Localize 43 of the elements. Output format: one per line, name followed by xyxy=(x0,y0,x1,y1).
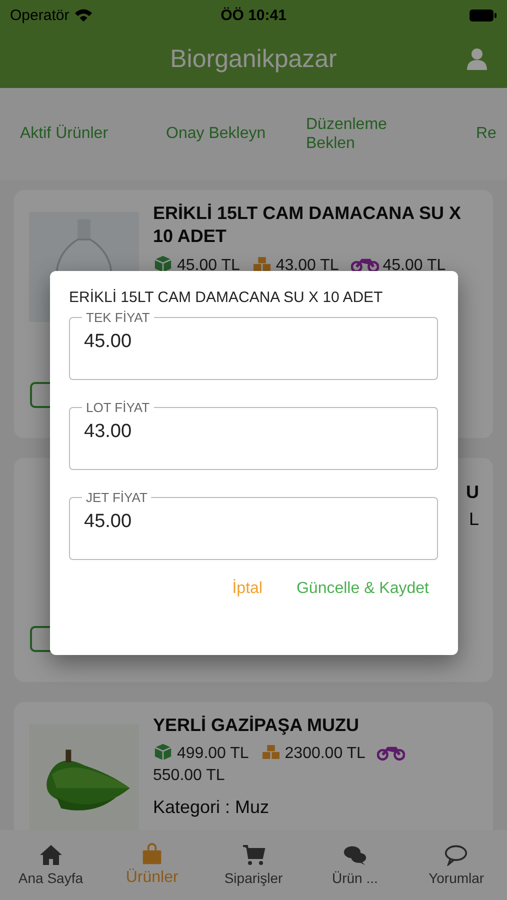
cart-icon xyxy=(242,844,266,866)
tab[interactable]: Düzenleme Beklen xyxy=(306,114,406,154)
price-field[interactable]: JET FİYAT 45.00 xyxy=(69,490,438,560)
price-text: 2300.00 TL xyxy=(284,744,366,764)
home-icon xyxy=(38,844,63,866)
tab[interactable]: Onay Bekleyn xyxy=(166,125,306,143)
dialog-title: ERİKLİ 15LT CAM DAMACANA SU X 10 ADET xyxy=(69,289,384,306)
wifi-icon xyxy=(74,8,94,22)
speech-bubble-icon xyxy=(444,844,468,866)
input-field[interactable]: 45.00 xyxy=(84,505,423,533)
input-field[interactable]: 43.00 xyxy=(84,415,423,443)
price-text: L xyxy=(468,509,479,530)
input-field[interactable]: 45.00 xyxy=(84,325,423,353)
product-title: YERLİ GAZİPAŞA MUZU xyxy=(153,714,360,737)
nav-tab[interactable]: Ürün ... xyxy=(304,830,406,900)
price-text: 43.00 TL xyxy=(276,256,339,276)
app-title: Biorganikpazar xyxy=(170,44,337,74)
tab[interactable]: Aktif Ürünler xyxy=(20,125,166,143)
save-button[interactable]: Güncelle & Kaydet xyxy=(296,580,429,598)
user-icon[interactable] xyxy=(467,48,487,70)
chat-bubbles-icon xyxy=(342,844,367,866)
clock-time: ÖÖ 10:41 xyxy=(220,6,286,24)
tab[interactable]: Re xyxy=(476,125,496,143)
price-text: 499.00 TL xyxy=(177,744,249,764)
carrier-name: Operatör xyxy=(10,6,70,24)
price-text: 45.00 TL xyxy=(382,256,446,276)
field-label: TEK FİYAT xyxy=(85,310,151,325)
nav-tab[interactable]: Yorumlar xyxy=(406,830,507,900)
product-title: ERİKLİ 15LT CAM DAMACANA SU X 10 ADET xyxy=(153,202,462,248)
product-title: U xyxy=(466,482,479,503)
nav-tab[interactable]: Siparişler xyxy=(202,830,304,900)
category-text: Kategori : Muz xyxy=(153,796,270,818)
nav-tab[interactable]: Ana Sayfa xyxy=(0,830,102,900)
boxes-icon xyxy=(260,743,281,762)
cube-icon xyxy=(153,743,173,762)
field-label: JET FİYAT xyxy=(85,490,148,505)
price-field[interactable]: TEK FİYAT 45.00 xyxy=(69,310,438,380)
price-field[interactable]: LOT FİYAT 43.00 xyxy=(69,400,438,470)
boxes-icon xyxy=(252,254,272,273)
price-text: 550.00 TL xyxy=(153,766,225,786)
field-label: LOT FİYAT xyxy=(85,400,151,415)
price-text: 45.00 TL xyxy=(177,256,240,276)
battery-icon xyxy=(469,8,497,22)
